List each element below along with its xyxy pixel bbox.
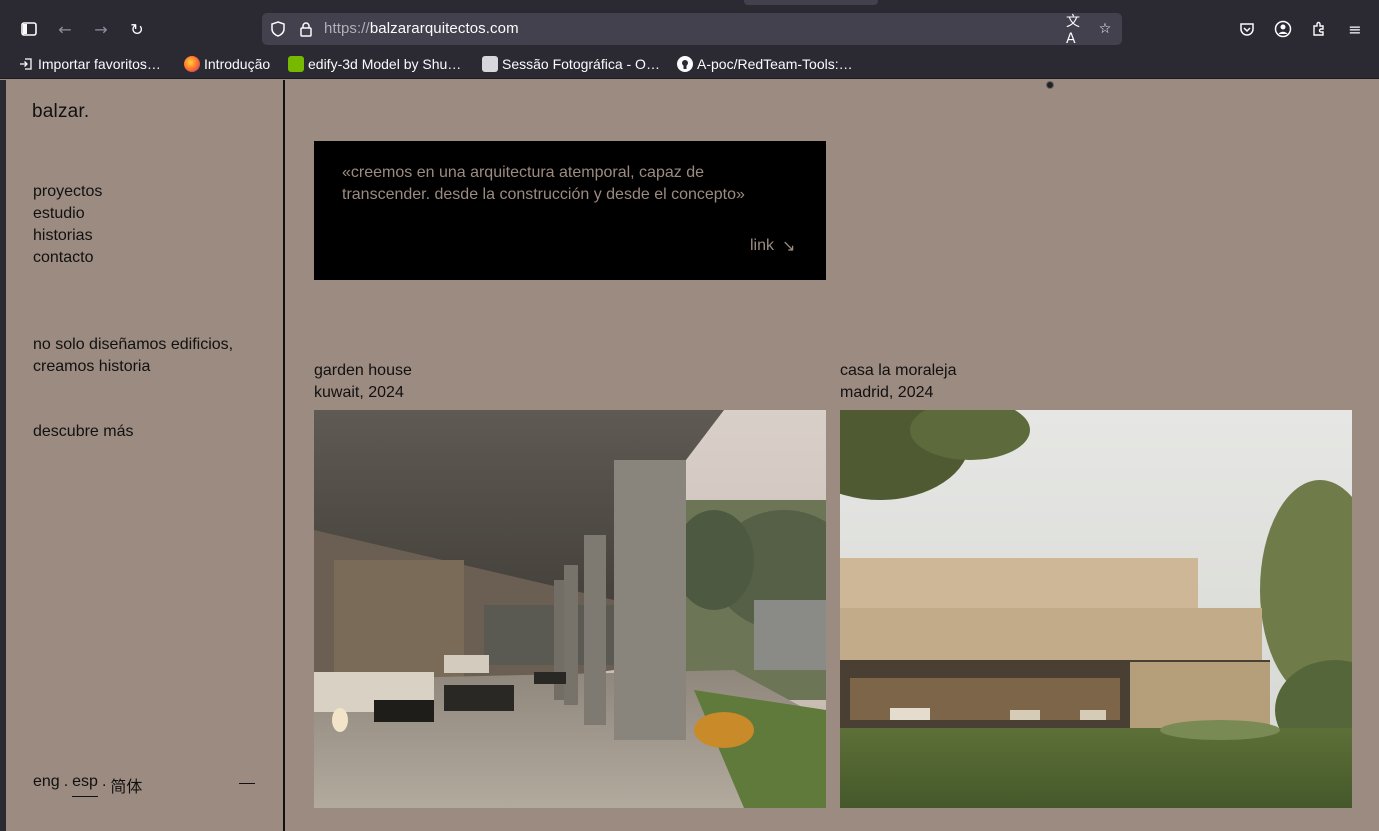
bookmark-item[interactable]: Introdução	[184, 55, 270, 73]
discover-more-link[interactable]: descubre más	[33, 423, 134, 441]
nav-item-estudio[interactable]: estudio	[33, 203, 102, 225]
bookmark-label: Sessão Fotográfica - O…	[502, 56, 660, 72]
site-logo[interactable]: balzar.	[32, 101, 89, 123]
project-card-garden-house[interactable]: garden house kuwait, 2024	[314, 360, 826, 808]
extensions-icon[interactable]	[1306, 16, 1332, 42]
firefox-icon	[184, 56, 200, 72]
quote-link[interactable]: link ↘	[750, 236, 795, 256]
bookmark-label: Importar favoritos…	[38, 56, 161, 72]
nav-item-contacto[interactable]: contacto	[33, 247, 102, 269]
lang-separator: .	[101, 773, 107, 790]
bookmark-item[interactable]: A-poc/RedTeam-Tools:…	[677, 55, 853, 73]
import-icon	[18, 56, 34, 72]
address-bar[interactable]: https://balzararquitectos.com 文A ☆	[262, 13, 1122, 47]
project-location: kuwait, 2024	[314, 384, 404, 401]
reload-icon[interactable]: ↻	[124, 16, 150, 42]
lang-separator: .	[63, 773, 69, 790]
page-icon	[482, 56, 498, 72]
web-page: balzar. proyectos estudio historias cont…	[0, 80, 1379, 831]
tagline: no solo diseñamos edificios, creamos his…	[33, 336, 234, 375]
tab-strip	[0, 0, 1379, 10]
nav-item-historias[interactable]: historias	[33, 225, 102, 247]
url-text[interactable]: https://balzararquitectos.com	[324, 20, 519, 37]
project-name[interactable]: garden house	[314, 360, 826, 382]
project-image[interactable]	[840, 410, 1352, 808]
quote-link-label: link	[750, 237, 775, 254]
back-icon[interactable]: ←	[52, 16, 78, 42]
bookmark-label: Introdução	[204, 56, 271, 72]
menu-toggle-dash[interactable]	[239, 783, 255, 784]
menu-icon[interactable]: ≡	[1342, 16, 1368, 42]
project-name[interactable]: casa la moraleja	[840, 360, 1352, 382]
sidebar-toggle-icon[interactable]	[16, 16, 42, 42]
lock-icon[interactable]	[295, 18, 317, 40]
browser-toolbar: ← → ↻ https://balzararquitectos.com 文A ☆…	[0, 10, 1379, 48]
bookmark-star-icon[interactable]: ☆	[1094, 18, 1116, 40]
lang-esp[interactable]: esp	[72, 773, 98, 797]
nvidia-icon	[288, 56, 304, 72]
account-icon[interactable]	[1270, 16, 1296, 42]
url-protocol: https://	[324, 20, 370, 37]
url-host: balzararquitectos.com	[369, 20, 519, 37]
language-switcher: eng . esp . 简体	[33, 773, 142, 797]
site-sidebar: balzar. proyectos estudio historias cont…	[6, 80, 285, 831]
bookmark-item[interactable]: edify-3d Model by Shu…	[288, 55, 461, 73]
forward-icon[interactable]: →	[88, 16, 114, 42]
github-icon	[677, 56, 693, 72]
mouse-cursor	[1046, 81, 1054, 89]
pocket-icon[interactable]	[1234, 16, 1260, 42]
main-nav: proyectos estudio historias contacto	[33, 181, 102, 269]
project-image[interactable]	[314, 410, 826, 808]
project-card-casa-la-moraleja[interactable]: casa la moraleja madrid, 2024	[840, 360, 1352, 808]
project-location: madrid, 2024	[840, 384, 934, 401]
nav-item-proyectos[interactable]: proyectos	[33, 181, 102, 203]
tracking-shield-icon[interactable]	[267, 18, 289, 40]
bookmark-item[interactable]: Importar favoritos…	[18, 55, 161, 73]
lang-eng[interactable]: eng	[33, 773, 60, 797]
lang-zh[interactable]: 简体	[110, 773, 142, 797]
quote-text: «creemos en una arquitectura atemporal, …	[342, 164, 745, 203]
arrow-down-right-icon: ↘	[782, 238, 796, 255]
quote-card: «creemos en una arquitectura atemporal, …	[314, 141, 826, 280]
bookmarks-toolbar: Importar favoritos… Introdução edify-3d …	[0, 48, 1379, 79]
translate-icon[interactable]: 文A	[1066, 14, 1088, 47]
bookmark-label: edify-3d Model by Shu…	[308, 56, 462, 72]
bookmark-item[interactable]: Sessão Fotográfica - O…	[482, 55, 660, 73]
active-tab-indicator[interactable]	[744, 0, 878, 5]
bookmark-label: A-poc/RedTeam-Tools:…	[697, 56, 853, 72]
